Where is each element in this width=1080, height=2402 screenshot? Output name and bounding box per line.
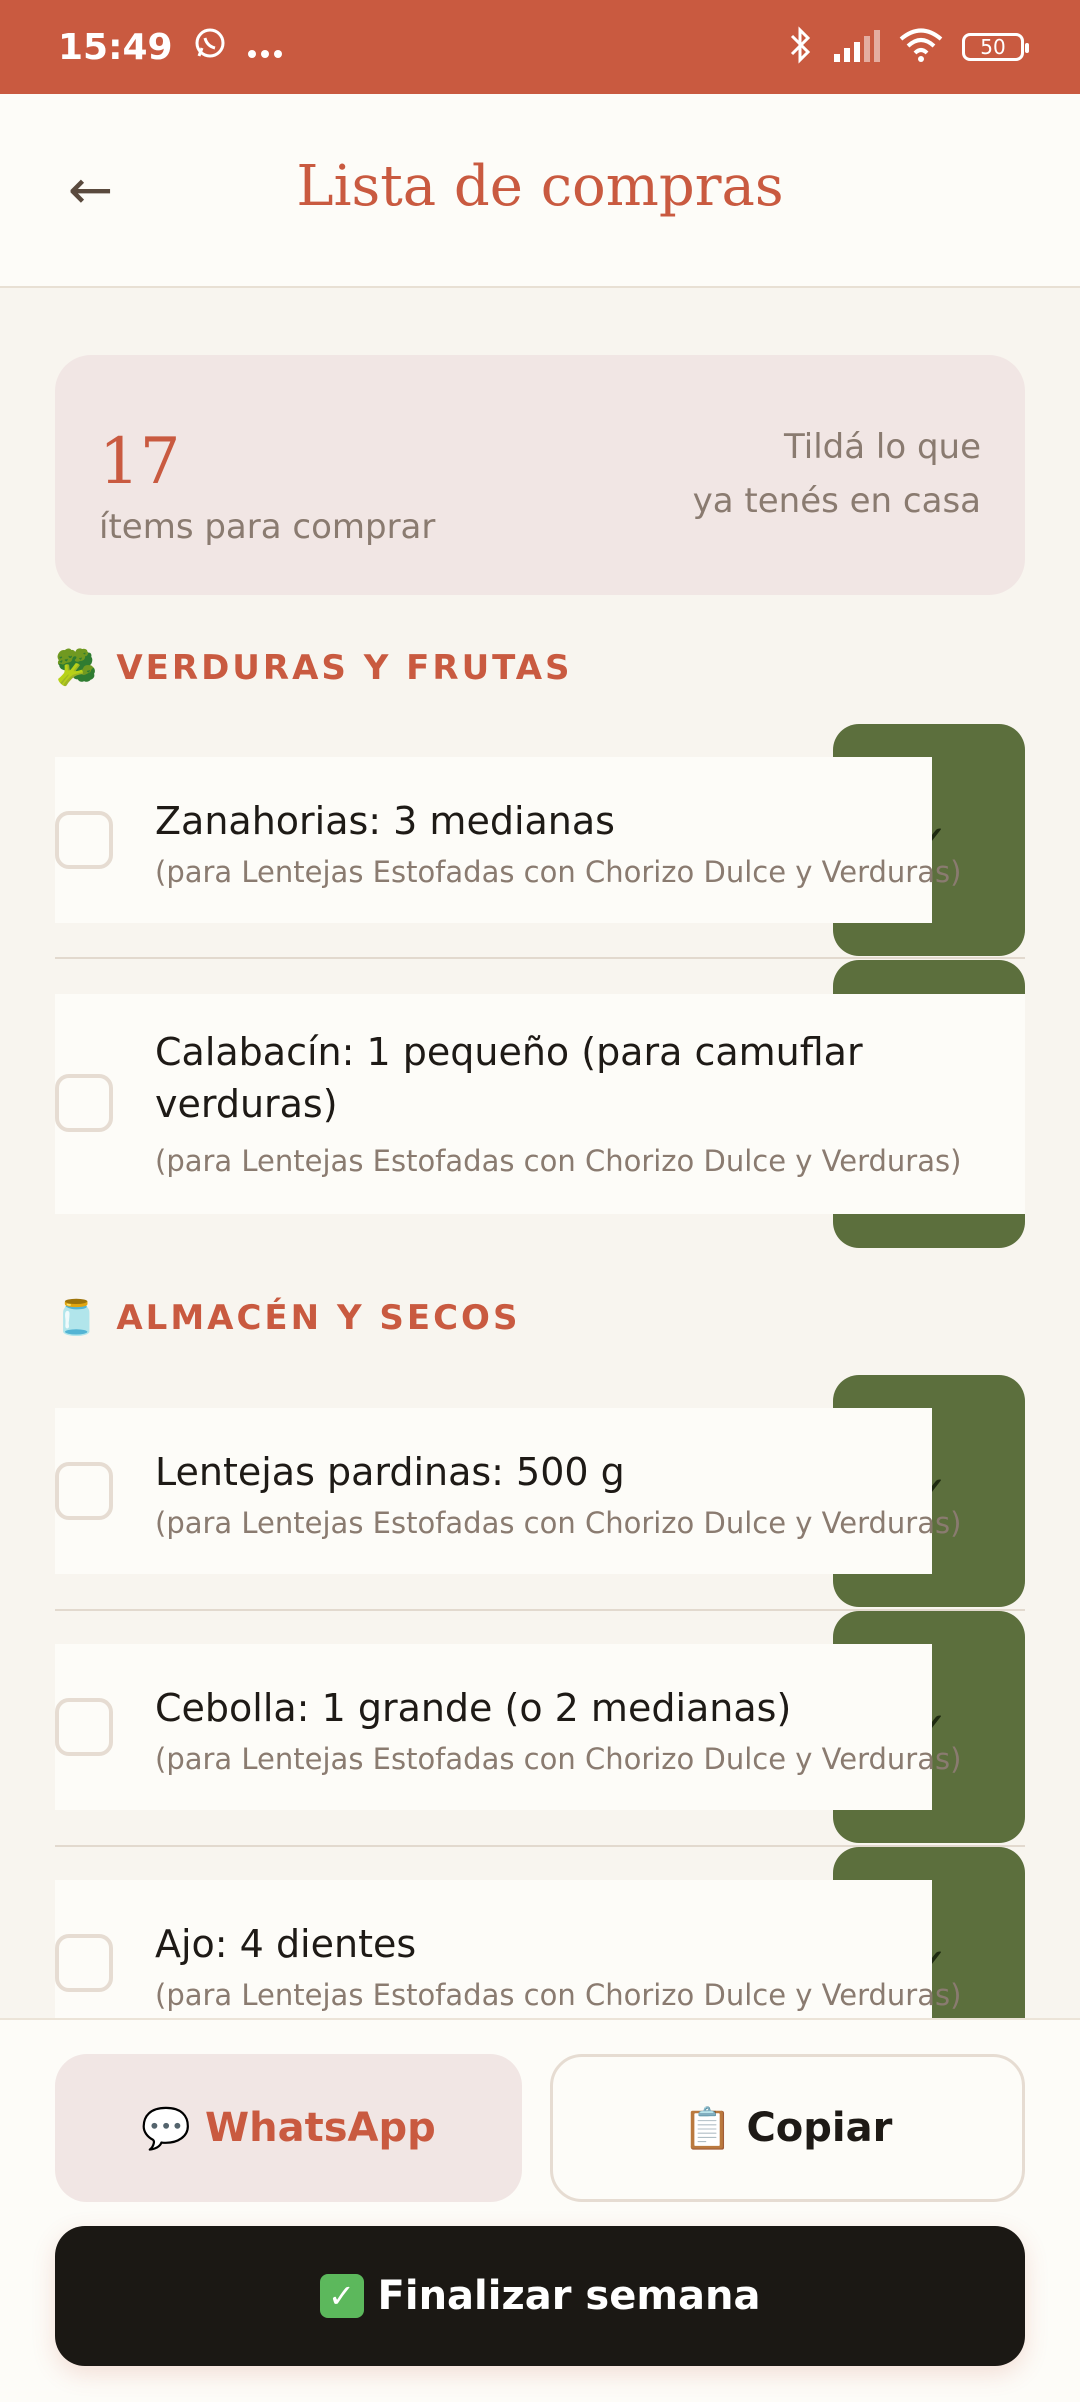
item-name-line-2: verduras) [155, 1082, 338, 1126]
share-whatsapp-button[interactable]: 💬 WhatsApp [55, 2054, 522, 2202]
item-name: Cebolla: 1 grande (o 2 medianas) [155, 1686, 792, 1730]
item-card[interactable]: Calabacín: 1 pequeño (para camuflar verd… [55, 994, 1025, 1214]
item-name: Zanahorias: 3 medianas [155, 799, 615, 843]
item-checkbox[interactable] [55, 811, 113, 869]
check-hint-line-1: Tildá lo que [784, 427, 981, 467]
items-count-label: ítems para comprar [99, 507, 436, 547]
item-note: (para Lentejas Estofadas con Chorizo Dul… [155, 1144, 962, 1178]
summary-card: 17 ítems para comprar Tildá lo que ya te… [55, 355, 1025, 595]
wifi-icon [898, 28, 944, 66]
item-card[interactable]: Lentejas pardinas: 500 g (para Lentejas … [55, 1408, 961, 1574]
copy-button-label: Copiar [746, 2105, 893, 2151]
status-bar: 15:49 50 [0, 0, 1080, 94]
finish-week-label: Finalizar semana [377, 2273, 761, 2319]
list-item[interactable]: Calabacín: 1 pequeño (para camuflar verd… [55, 960, 1025, 1248]
list-item[interactable]: ✓ Lentejas pardinas: 500 g (para Lenteja… [55, 1375, 1025, 1607]
clipboard-icon: 📋 [682, 2105, 733, 2152]
item-note: (para Lentejas Estofadas con Chorizo Dul… [155, 1742, 962, 1776]
item-card[interactable]: Cebolla: 1 grande (o 2 medianas) (para L… [55, 1644, 961, 1810]
item-note: (para Lentejas Estofadas con Chorizo Dul… [155, 1506, 962, 1540]
signal-icon [832, 28, 880, 66]
list-item[interactable]: ✓ Cebolla: 1 grande (o 2 medianas) (para… [55, 1611, 1025, 1843]
app-header: ← Lista de compras [0, 94, 1080, 288]
item-name: Lentejas pardinas: 500 g [155, 1450, 625, 1494]
item-name-line-1: Calabacín: 1 pequeño (para camuflar [155, 1030, 863, 1074]
item-card[interactable]: Zanahorias: 3 medianas (para Lentejas Es… [55, 757, 961, 923]
battery-icon: 50 [962, 33, 1029, 61]
section-header-verduras: 🥦 VERDURAS Y FRUTAS [55, 648, 573, 688]
divider [55, 957, 1025, 959]
finish-week-button[interactable]: ✓ Finalizar semana [55, 2226, 1025, 2366]
items-count: 17 [99, 425, 181, 499]
page-title: Lista de compras [296, 154, 784, 219]
bottom-action-bar: 💬 WhatsApp 📋 Copiar ✓ Finalizar semana [0, 2018, 1080, 2402]
copy-list-button[interactable]: 📋 Copiar [550, 2054, 1025, 2202]
item-checkbox[interactable] [55, 1934, 113, 1992]
item-note: (para Lentejas Estofadas con Chorizo Dul… [155, 1978, 962, 2012]
item-checkbox[interactable] [55, 1698, 113, 1756]
status-time: 15:49 [58, 26, 173, 68]
whatsapp-notification-icon [193, 26, 227, 69]
section-title: ALMACÉN Y SECOS [116, 1298, 521, 1338]
bluetooth-icon [786, 26, 814, 68]
check-hint-line-2: ya tenés en casa [692, 481, 981, 521]
broccoli-icon: 🥦 [55, 648, 101, 688]
speech-bubble-icon: 💬 [141, 2105, 192, 2152]
item-note: (para Lentejas Estofadas con Chorizo Dul… [155, 855, 962, 889]
section-header-almacen: 🫙 ALMACÉN Y SECOS [55, 1298, 520, 1338]
jar-icon: 🫙 [55, 1298, 101, 1338]
item-checkbox[interactable] [55, 1074, 113, 1132]
section-title: VERDURAS Y FRUTAS [116, 648, 573, 688]
more-notifications-icon [247, 27, 283, 68]
list-item[interactable]: ✓ Zanahorias: 3 medianas (para Lentejas … [55, 724, 1025, 956]
check-mark-button-icon: ✓ [319, 2274, 364, 2318]
item-name: Calabacín: 1 pequeño (para camuflar verd… [155, 1026, 863, 1130]
whatsapp-button-label: WhatsApp [205, 2105, 436, 2151]
item-name: Ajo: 4 dientes [155, 1922, 417, 1966]
item-checkbox[interactable] [55, 1462, 113, 1520]
check-hint: Tildá lo que ya tenés en casa [621, 420, 981, 528]
